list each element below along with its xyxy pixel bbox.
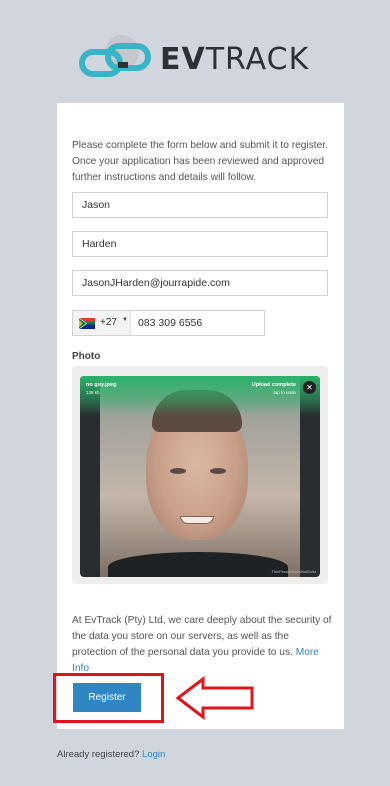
phone-number: 083 309 6556 — [138, 317, 203, 329]
intro-text: Please complete the form below and submi… — [72, 140, 328, 183]
registration-card: Please complete the form below and submi… — [57, 103, 344, 729]
upload-status: Upload complete — [251, 382, 296, 388]
photo-upload[interactable]: no guy.jpeg 138 kb Upload complete tap t… — [72, 366, 328, 584]
logo-wordmark: EVTRACK — [160, 42, 310, 77]
close-icon[interactable]: ✕ — [303, 381, 316, 394]
highlight-box — [53, 673, 164, 723]
first-name-field[interactable]: Jason — [72, 192, 328, 218]
upload-status-banner: no guy.jpeg 138 kb Upload complete tap t… — [80, 376, 320, 416]
upload-file-size: 138 kb — [86, 390, 100, 395]
chevron-down-icon: ▼ — [122, 317, 128, 323]
login-link[interactable]: Login — [142, 749, 165, 760]
privacy-text: At EvTrack (Pty) Ltd, we care deeply abo… — [72, 615, 332, 674]
photo-eye-right — [210, 468, 226, 474]
photo-mouth — [180, 516, 214, 524]
evtrack-logo: EVTRACK — [78, 32, 328, 88]
upload-file-name: no guy.jpeg — [86, 382, 117, 388]
last-name-field[interactable]: Harden — [72, 231, 328, 257]
already-registered: Already registered? Login — [57, 749, 166, 760]
photo-credit: ThisPersonDoesNotExist — [271, 569, 316, 574]
south-africa-flag-icon — [79, 318, 95, 329]
photo-preview: no guy.jpeg 138 kb Upload complete tap t… — [80, 376, 320, 577]
email-field[interactable]: JasonJHarden@jourrapide.com — [72, 270, 328, 296]
photo-eye-left — [170, 468, 186, 474]
left-arrow-icon — [175, 676, 254, 720]
upload-hint[interactable]: tap to undo — [273, 390, 296, 395]
country-code: +27 — [100, 317, 117, 328]
phone-field[interactable]: +27 ▼ 083 309 6556 — [72, 310, 265, 336]
country-code-select[interactable]: +27 ▼ — [73, 311, 131, 335]
chain-link-icon — [79, 35, 151, 77]
photo-shirt — [108, 552, 288, 577]
photo-label: Photo — [72, 351, 101, 362]
